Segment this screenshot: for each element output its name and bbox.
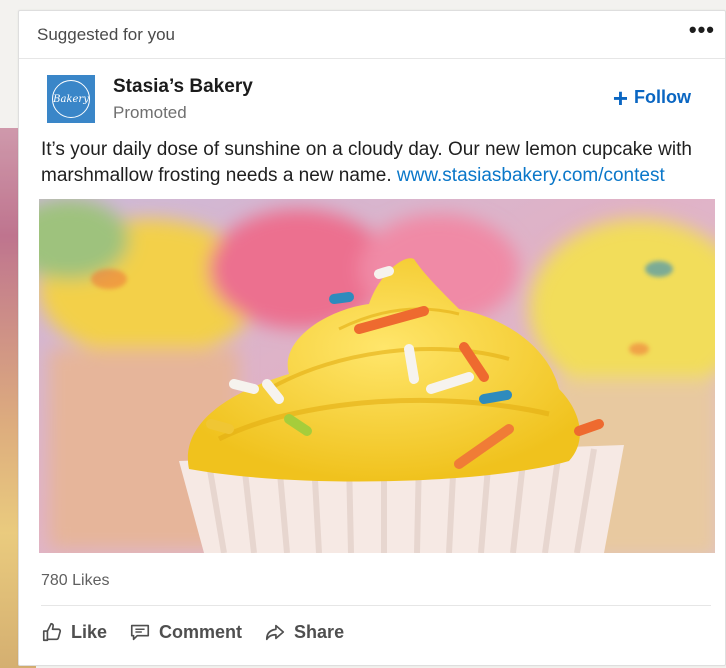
like-button[interactable]: Like bbox=[41, 621, 107, 643]
comment-icon bbox=[130, 624, 150, 641]
likes-count[interactable]: 780 Likes bbox=[41, 572, 110, 590]
comment-label: Comment bbox=[159, 621, 243, 642]
post-text: It’s your daily dose of sunshine on a cl… bbox=[41, 137, 711, 189]
action-bar: Like Comment Share bbox=[41, 615, 344, 649]
feed-post-card: Suggested for you ••• Bakery Stasia’s Ba… bbox=[18, 10, 726, 666]
author-row: Bakery Stasia’s Bakery Promoted + Follow bbox=[19, 59, 725, 139]
plus-icon: + bbox=[612, 82, 628, 113]
promoted-label: Promoted bbox=[113, 103, 187, 122]
author-name[interactable]: Stasia’s Bakery bbox=[113, 76, 253, 98]
comment-button[interactable]: Comment bbox=[129, 621, 242, 643]
cupcake-image-icon bbox=[39, 199, 715, 553]
more-options-button[interactable]: ••• bbox=[689, 18, 715, 45]
logo-mark: Bakery bbox=[52, 80, 90, 118]
post-image[interactable] bbox=[39, 199, 715, 553]
follow-button[interactable]: + Follow bbox=[612, 82, 691, 113]
share-button[interactable]: Share bbox=[264, 621, 344, 643]
share-arrow-icon bbox=[265, 624, 285, 641]
card-header: Suggested for you ••• bbox=[19, 11, 725, 59]
divider bbox=[41, 605, 711, 606]
like-label: Like bbox=[71, 621, 108, 642]
company-logo[interactable]: Bakery bbox=[47, 75, 95, 123]
share-label: Share bbox=[294, 621, 345, 642]
suggested-label: Suggested for you bbox=[37, 24, 175, 44]
follow-label: Follow bbox=[634, 87, 691, 107]
thumbs-up-icon bbox=[42, 622, 62, 642]
post-link[interactable]: www.stasiasbakery.com/contest bbox=[397, 165, 665, 186]
